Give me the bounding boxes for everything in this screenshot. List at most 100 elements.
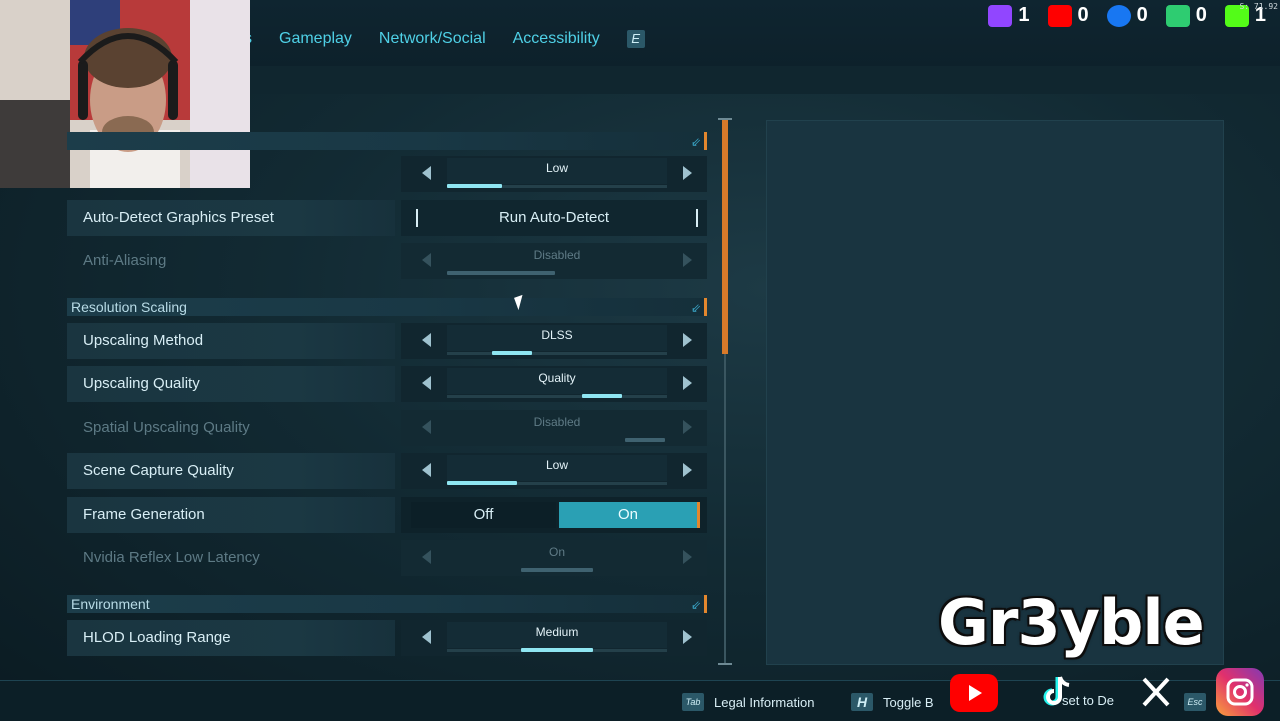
settings-tabs: s Gameplay Network/Social Accessibility …	[244, 30, 645, 48]
selector-track	[447, 271, 667, 275]
arrow-right-icon[interactable]	[683, 376, 692, 390]
anti-aliasing-selector: Disabled	[401, 243, 707, 279]
preview-panel	[766, 120, 1224, 665]
facebook-counter: 0	[1106, 4, 1148, 27]
nvidia-reflex-selector: On	[401, 540, 707, 576]
tab-network-social[interactable]: Network/Social	[379, 30, 486, 48]
preset-selector[interactable]: Low	[401, 156, 707, 192]
selector-track	[447, 481, 667, 485]
setting-label: Upscaling Quality	[83, 375, 200, 392]
selector-fill	[447, 481, 517, 485]
selector-value: Low	[545, 161, 568, 175]
arrow-right-icon	[683, 550, 692, 564]
tab-key-hint: Tab	[682, 693, 704, 711]
selector-track	[447, 438, 667, 442]
esc-key-hint: Esc	[1184, 693, 1206, 711]
collapse-icon[interactable]: ⇙	[691, 133, 701, 151]
hlod-selector[interactable]: Medium	[401, 620, 707, 656]
setting-label: Nvidia Reflex Low Latency	[83, 549, 260, 566]
selector-value: Quality	[538, 371, 576, 385]
sub-header-bar	[250, 66, 1280, 94]
arrow-right-icon[interactable]	[683, 166, 692, 180]
tab-accessibility[interactable]: Accessibility	[513, 30, 600, 48]
puzzle-count: 0	[1195, 4, 1207, 26]
fps-readout: S: 71.92	[1239, 2, 1278, 11]
collapse-icon[interactable]: ⇙	[691, 299, 701, 317]
setting-row-spatial-upscaling: Spatial Upscaling Quality Disabled	[67, 410, 707, 446]
arrow-left-icon[interactable]	[422, 463, 431, 477]
puzzle-counter: 0	[1165, 4, 1207, 27]
setting-label: Auto-Detect Graphics Preset	[83, 209, 274, 226]
upscaling-quality-selector[interactable]: Quality	[401, 366, 707, 402]
arrow-left-icon[interactable]	[422, 166, 431, 180]
scrollbar-cap-bottom	[718, 663, 732, 665]
arrow-right-icon[interactable]	[683, 333, 692, 347]
setting-row-anti-aliasing: Anti-Aliasing Disabled	[67, 243, 707, 279]
selector-fill	[447, 271, 555, 275]
spatial-upscaling-selector: Disabled	[401, 410, 707, 446]
selector-track	[447, 184, 667, 188]
arrow-right-icon	[683, 420, 692, 434]
selector-fill	[492, 351, 532, 355]
selector-fill	[521, 568, 593, 572]
section-header-environment: Environment ⇙	[67, 595, 707, 613]
arrow-left-icon	[422, 550, 431, 564]
selector-track	[447, 648, 667, 652]
tab-next-key-hint[interactable]: E	[626, 30, 645, 48]
selector-value: Disabled	[533, 248, 581, 262]
setting-row-upscaling-quality: Upscaling Quality Quality	[67, 366, 707, 402]
youtube-count: 0	[1077, 4, 1089, 26]
arrow-left-icon[interactable]	[422, 376, 431, 390]
selector-track	[447, 568, 667, 572]
setting-label: Anti-Aliasing	[83, 252, 167, 269]
tiktok-logo-icon	[1032, 668, 1080, 716]
arrow-left-icon[interactable]	[422, 333, 431, 347]
scrollbar-cap-top	[718, 118, 732, 120]
setting-label: Spatial Upscaling Quality	[83, 419, 250, 436]
button-label: Run Auto-Detect	[498, 209, 610, 226]
arrow-right-icon[interactable]	[683, 630, 692, 644]
youtube-icon	[1047, 4, 1072, 27]
setting-row-nvidia-reflex: Nvidia Reflex Low Latency On	[67, 540, 707, 576]
selector-fill	[582, 394, 622, 398]
selector-track	[447, 351, 667, 355]
selector-fill	[521, 648, 593, 652]
setting-row-auto-detect: Auto-Detect Graphics Preset Run Auto-Det…	[67, 200, 707, 236]
toggle-on-option[interactable]: On	[559, 502, 700, 528]
arrow-left-icon	[422, 253, 431, 267]
instagram-logo-icon	[1216, 668, 1264, 716]
facebook-icon	[1106, 4, 1131, 27]
setting-row-preset: Low	[67, 156, 707, 192]
run-auto-detect-button[interactable]: Run Auto-Detect	[401, 200, 707, 236]
youtube-counter: 0	[1047, 4, 1089, 27]
arrow-right-icon[interactable]	[683, 463, 692, 477]
selector-value: Disabled	[533, 415, 581, 429]
setting-row-frame-generation: Frame Generation Off On	[67, 497, 707, 533]
setting-label: Upscaling Method	[83, 332, 204, 349]
arrow-left-icon[interactable]	[422, 630, 431, 644]
setting-label: Frame Generation	[83, 506, 205, 523]
legal-information-label: Legal Information	[714, 694, 815, 710]
escape-button[interactable]: Esc	[1184, 693, 1206, 711]
stream-counters: 1 0 0 0 1	[988, 4, 1266, 27]
selector-fill	[625, 438, 665, 442]
scene-capture-selector[interactable]: Low	[401, 453, 707, 489]
selector-value: Medium	[535, 625, 579, 639]
upscaling-method-selector[interactable]: DLSS	[401, 323, 707, 359]
tab-gameplay[interactable]: Gameplay	[279, 30, 352, 48]
selector-value: Low	[545, 458, 568, 472]
facebook-count: 0	[1136, 4, 1148, 26]
section-accent-bar	[704, 132, 707, 150]
scrollbar-thumb[interactable]	[722, 120, 728, 354]
setting-row-hlod: HLOD Loading Range Medium	[67, 620, 707, 656]
toggle-off-option[interactable]: Off	[411, 502, 556, 528]
frame-generation-toggle[interactable]: Off On	[401, 497, 707, 533]
toggle-button[interactable]: H Toggle B	[851, 693, 934, 711]
collapse-icon[interactable]: ⇙	[691, 596, 701, 614]
selector-value: DLSS	[541, 328, 573, 342]
twitch-count: 1	[1018, 4, 1030, 26]
arrow-left-icon	[422, 420, 431, 434]
twitch-counter: 1	[988, 4, 1030, 27]
button-edge-right	[696, 209, 698, 227]
legal-information-button[interactable]: Tab Legal Information	[682, 693, 814, 711]
